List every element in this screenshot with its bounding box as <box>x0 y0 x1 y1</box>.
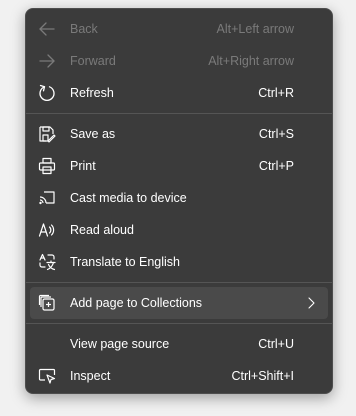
menu-item-shortcut: Ctrl+Shift+I <box>231 369 294 383</box>
menu-separator <box>26 113 332 114</box>
menu-item-inspect[interactable]: Inspect Ctrl+Shift+I <box>30 360 328 392</box>
menu-item-label: Read aloud <box>70 223 134 237</box>
menu-item-shortcut: Ctrl+U <box>258 337 294 351</box>
menu-item-label: Forward <box>70 54 116 68</box>
menu-item-forward[interactable]: Forward Alt+Right arrow <box>30 45 328 77</box>
translate-icon <box>38 253 56 271</box>
refresh-icon <box>38 84 56 102</box>
save-as-icon <box>38 125 56 143</box>
menu-item-label: Refresh <box>70 86 114 100</box>
menu-item-print[interactable]: Print Ctrl+P <box>30 150 328 182</box>
menu-item-cast[interactable]: Cast media to device <box>30 182 328 214</box>
menu-item-read-aloud[interactable]: Read aloud <box>30 214 328 246</box>
menu-item-refresh[interactable]: Refresh Ctrl+R <box>30 77 328 109</box>
menu-item-label: Print <box>70 159 96 173</box>
arrow-left-icon <box>38 20 56 38</box>
cast-icon <box>38 189 56 207</box>
collections-icon <box>38 294 56 312</box>
menu-item-label: View page source <box>70 337 170 351</box>
menu-item-back[interactable]: Back Alt+Left arrow <box>30 13 328 45</box>
menu-separator <box>26 282 332 283</box>
menu-item-view-source[interactable]: View page source Ctrl+U <box>30 328 328 360</box>
arrow-right-icon <box>38 52 56 70</box>
chevron-right-icon <box>306 297 316 309</box>
menu-item-label: Save as <box>70 127 116 141</box>
menu-item-shortcut: Ctrl+R <box>258 86 294 100</box>
menu-item-shortcut: Ctrl+P <box>258 159 294 173</box>
menu-item-label: Add page to Collections <box>70 296 203 310</box>
menu-item-save-as[interactable]: Save as Ctrl+S <box>30 118 328 150</box>
menu-item-label: Translate to English <box>70 255 181 269</box>
menu-item-label: Cast media to device <box>70 191 187 205</box>
menu-separator <box>26 323 332 324</box>
menu-item-add-to-collections[interactable]: Add page to Collections <box>30 287 328 319</box>
read-aloud-icon <box>38 221 56 239</box>
menu-item-shortcut: Alt+Right arrow <box>208 54 294 68</box>
menu-item-label: Inspect <box>70 369 111 383</box>
printer-icon <box>38 157 56 175</box>
context-menu: Back Alt+Left arrow Forward Alt+Right ar… <box>25 8 333 394</box>
menu-item-shortcut: Alt+Left arrow <box>216 22 294 36</box>
inspect-icon <box>38 367 56 385</box>
menu-item-label: Back <box>70 22 98 36</box>
menu-item-translate[interactable]: Translate to English <box>30 246 328 278</box>
menu-item-shortcut: Ctrl+S <box>258 127 294 141</box>
